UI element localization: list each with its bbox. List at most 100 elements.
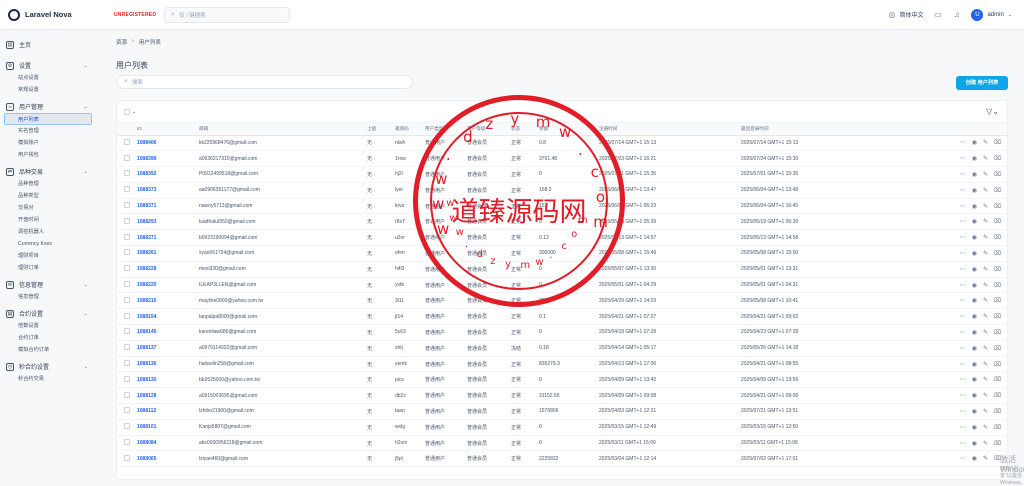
edit-icon[interactable]: ✎ [983,424,988,431]
more-icon[interactable]: ⋯ [960,345,966,352]
trash-icon[interactable]: ⌧ [994,218,1001,225]
sidebar-item[interactable]: 理财订单 [0,262,96,274]
more-icon[interactable]: ⋯ [960,361,966,368]
row-checkbox[interactable] [124,375,130,382]
more-icon[interactable]: ⋯ [960,440,966,447]
row-checkbox[interactable] [124,423,130,430]
trash-icon[interactable]: ⌧ [994,361,1001,368]
row-checkbox[interactable] [124,439,130,446]
view-icon[interactable]: ◉ [972,282,977,289]
sidebar-item[interactable]: 品种管理 [0,178,96,190]
view-icon[interactable]: ◉ [972,171,977,178]
sidebar-group-second-contract[interactable]: ◷ 秒合约设置 ⌄ [0,360,96,373]
row-id-link[interactable]: 1088145 [137,324,199,341]
language-switcher[interactable]: ◎ 简体中文 [887,10,923,19]
view-icon[interactable]: ◉ [972,218,977,225]
sidebar-item[interactable]: 品种类型 [0,190,96,202]
sidebar-group-settings[interactable]: ⚙ 设置 ⌄ [0,59,96,72]
view-icon[interactable]: ◉ [972,203,977,210]
row-id-link[interactable]: 1088154 [137,308,199,326]
row-checkbox[interactable] [124,217,130,224]
column-header[interactable]: 最后登录时间 [741,123,889,136]
trash-icon[interactable]: ⌧ [994,139,1001,146]
app-logo[interactable]: Laravel Nova [8,8,114,21]
edit-icon[interactable]: ✎ [983,440,988,447]
row-id-link[interactable]: 1088215 [137,292,199,310]
edit-icon[interactable]: ✎ [983,376,988,383]
row-checkbox[interactable] [124,391,130,398]
sidebar-item[interactable]: 合约订单 [0,332,96,344]
view-icon[interactable]: ◉ [972,313,977,320]
table-row[interactable]: 1088112 lzhibo21900@gmail.com 无 taan 普通用户 普通会… [117,403,1007,420]
trash-icon[interactable]: ⌧ [994,408,1001,415]
trash-icon[interactable]: ⌧ [994,234,1001,241]
table-row[interactable]: 1088145 karenliaw686@gmail.com 无 5c63 普通用户 普通… [117,324,1007,341]
column-header[interactable]: 邀请码 [395,123,425,136]
view-icon[interactable]: ◉ [972,455,977,462]
sidebar-group-users[interactable]: ☺ 用户管理 ⌄ [0,100,96,113]
sidebar-item[interactable]: 用户钱包 [0,149,96,161]
column-header[interactable]: 上级 [367,123,395,136]
sidebar-item[interactable]: 模拟合约订单 [0,344,96,356]
row-id-link[interactable]: 1088112 [137,403,199,420]
chevron-down-icon[interactable]: ⌄ [132,109,136,115]
row-id-link[interactable]: 1088084 [137,435,199,452]
more-icon[interactable]: ⋯ [960,282,966,289]
row-checkbox[interactable] [124,328,130,335]
table-row[interactable]: 1088136 haitaolin258@gmail.com 无 yemk 普通用户 普通… [117,356,1007,373]
sidebar-item[interactable]: 理财项目 [0,250,96,262]
row-checkbox[interactable] [124,454,130,461]
view-icon[interactable]: ◉ [972,424,977,431]
column-header[interactable]: 余额 [539,123,599,136]
sidebar-item-user-list[interactable]: 用户列表 [4,113,92,125]
row-id-link[interactable]: 1088101 [137,419,199,436]
table-row[interactable]: 1088271 b0923190094@gmail.com 无 u2vr 普通用户 普通会… [117,229,1007,247]
trash-icon[interactable]: ⌧ [994,297,1001,304]
edit-icon[interactable]: ✎ [983,250,988,257]
more-icon[interactable]: ⋯ [960,250,966,257]
more-icon[interactable]: ⋯ [960,392,966,399]
edit-icon[interactable]: ✎ [983,139,988,146]
row-checkbox[interactable] [124,360,130,367]
trash-icon[interactable]: ⌧ [994,313,1001,320]
view-icon[interactable]: ◉ [972,376,977,383]
monitor-icon[interactable]: ▭ [933,10,942,19]
row-id-link[interactable]: 1088261 [137,245,199,262]
more-icon[interactable]: ⋯ [960,218,966,225]
more-icon[interactable]: ⋯ [960,297,966,304]
row-checkbox[interactable] [124,170,130,177]
more-icon[interactable]: ⋯ [960,155,966,162]
row-checkbox[interactable] [124,202,130,209]
row-id-link[interactable]: 1088373 [137,182,199,199]
edit-icon[interactable]: ✎ [983,187,988,194]
sidebar-item[interactable]: 信息管理 [0,291,96,303]
table-row[interactable]: 1088220 ILEAP3LLEN@gmail.com 无 yxtb 普通用户 普通会员… [117,277,1007,294]
row-id-link[interactable]: 1088137 [137,340,199,357]
edit-icon[interactable]: ✎ [983,218,988,225]
sidebar-item[interactable]: 倍数设置 [0,320,96,332]
table-row[interactable]: 1088293 luadhaluf350@gmail.com 无 r8s7 普通用户 普通… [117,213,1007,231]
row-id-link[interactable]: 1088128 [137,387,199,405]
table-row[interactable]: 1088392 P0912499518@gmail.com 无 hj2l 普通用户 普通会… [117,166,1007,183]
view-icon[interactable]: ◉ [972,361,977,368]
more-icon[interactable]: ⋯ [960,171,966,178]
view-icon[interactable]: ◉ [972,250,977,257]
edit-icon[interactable]: ✎ [983,171,988,178]
edit-icon[interactable]: ✎ [983,392,988,399]
row-checkbox[interactable] [124,312,130,319]
sidebar-group-trading[interactable]: ⇄ 品种交易 ⌄ [0,165,96,178]
row-checkbox[interactable] [124,138,130,145]
table-row[interactable]: 1088065 lziyan460@gmail.com 无 j5pl 普通用户 普通会员正… [117,450,1007,468]
breadcrumb-item[interactable]: 资源 [116,38,127,46]
more-icon[interactable]: ⋯ [960,139,966,146]
column-header[interactable]: 状态 [511,123,539,136]
row-checkbox[interactable] [124,265,130,272]
global-search-input[interactable]: ⌕ 仅 / 键搜索 [164,6,291,23]
more-icon[interactable]: ⋯ [960,424,966,431]
trash-icon[interactable]: ⌧ [994,266,1001,273]
view-icon[interactable]: ◉ [972,234,977,241]
more-icon[interactable]: ⋯ [960,266,966,273]
edit-icon[interactable]: ✎ [983,408,988,415]
row-id-link[interactable]: 1088065 [137,450,199,468]
view-icon[interactable]: ◉ [972,440,977,447]
